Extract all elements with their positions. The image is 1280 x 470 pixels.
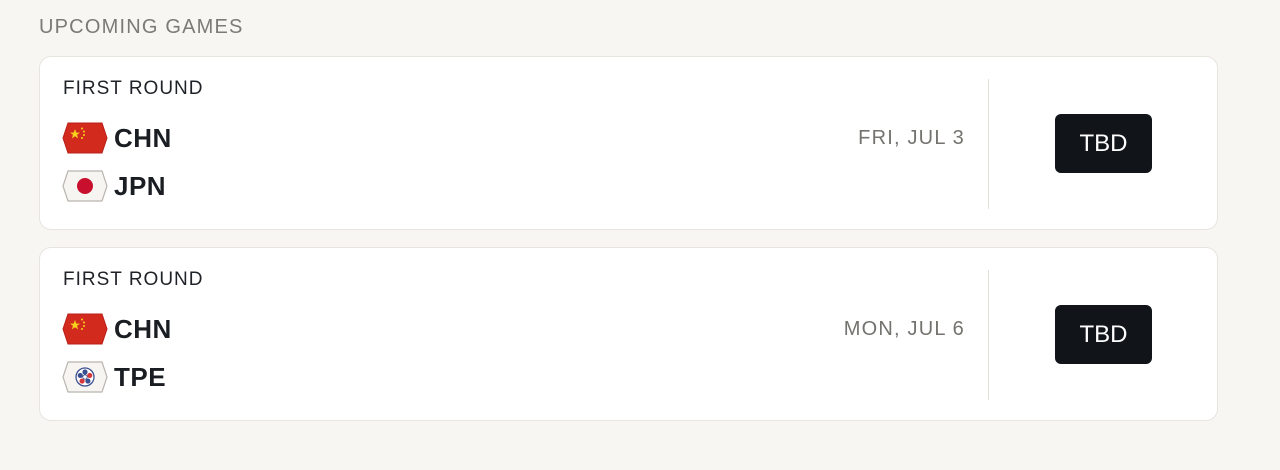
section-title: UPCOMING GAMES	[39, 16, 244, 38]
round-label: FIRST ROUND	[63, 269, 204, 290]
china-flag-icon	[62, 122, 108, 154]
round-label: FIRST ROUND	[63, 78, 204, 99]
team-row: JPN	[62, 170, 166, 202]
divider	[988, 79, 989, 209]
team-code: CHN	[114, 313, 172, 344]
game-card[interactable]: FIRST ROUND CHN TPE MON, JUL 6 TBD	[39, 247, 1218, 421]
team-row: TPE	[62, 361, 166, 393]
team-row: CHN	[62, 122, 172, 154]
china-flag-icon	[62, 313, 108, 345]
tbd-button[interactable]: TBD	[1055, 114, 1152, 173]
tbd-button[interactable]: TBD	[1055, 305, 1152, 364]
team-code: CHN	[114, 122, 172, 153]
game-card[interactable]: FIRST ROUND CHN JPN FRI, JUL 3 TBD	[39, 56, 1218, 230]
japan-flag-icon	[62, 170, 108, 202]
game-date: MON, JUL 6	[843, 318, 965, 340]
team-code: JPN	[114, 170, 167, 201]
divider	[988, 270, 989, 400]
team-row: CHN	[62, 313, 172, 345]
chinese-taipei-flag-icon	[62, 361, 108, 393]
team-code: TPE	[114, 361, 167, 392]
game-date: FRI, JUL 3	[858, 127, 965, 149]
